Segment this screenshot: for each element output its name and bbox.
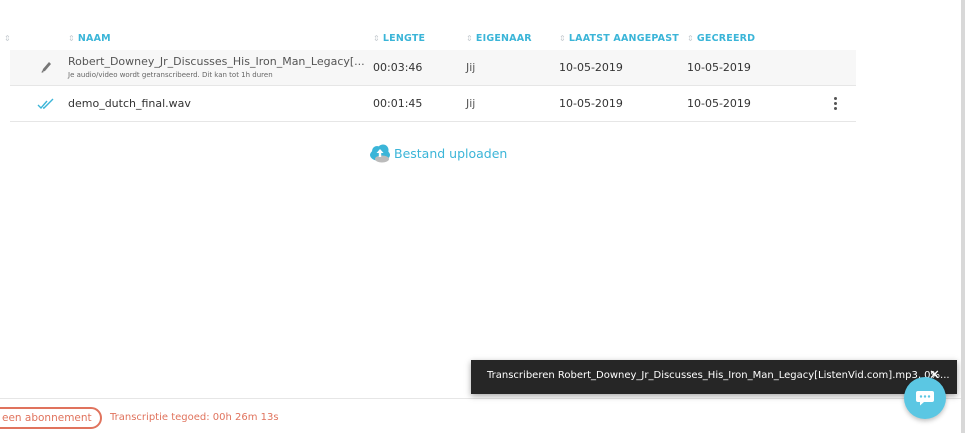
more-options-icon[interactable] (834, 97, 838, 111)
transcription-toast: Transcriberen Robert_Downey_Jr_Discusses… (471, 360, 957, 394)
sort-icon: ⇕ (68, 34, 75, 43)
upload-button[interactable]: Bestand uploaden (368, 143, 507, 163)
file-owner: Jij (466, 97, 476, 110)
file-length: 00:03:46 (373, 61, 423, 74)
sort-icon: ⇕ (687, 34, 694, 43)
sort-all-icon[interactable]: ⇕ (4, 33, 14, 44)
table-header: ⇕ ⇕ NAAM ⇕ LENGTE ⇕ EIGENAAR ⇕ LAATST AANGEP… (4, 26, 856, 50)
transcribing-note: Je audio/video wordt getranscribeerd. Di… (68, 71, 273, 79)
upload-label: Bestand uploaden (394, 145, 508, 161)
table-row[interactable]: Robert_Downey_Jr_Discusses_His_Iron_Man_… (10, 50, 856, 86)
subscription-button[interactable]: een abonnement (0, 407, 102, 429)
column-header-naam[interactable]: ⇕ NAAM (68, 33, 111, 44)
cloud-upload-icon (370, 144, 390, 163)
pencil-icon (41, 62, 51, 73)
file-modified: 10-05-2019 (559, 61, 623, 74)
file-name[interactable]: demo_dutch_final.wav (68, 97, 191, 110)
table-row[interactable]: demo_dutch_final.wav 00:01:45 Jij 10-05-… (10, 86, 856, 122)
column-header-eigenaar[interactable]: ⇕ EIGENAAR (466, 33, 532, 44)
sort-icon: ⇕ (466, 34, 473, 43)
chat-button[interactable] (904, 377, 946, 419)
transcription-credit: Transcriptie tegoed: 00h 26m 13s (110, 412, 279, 423)
file-created: 10-05-2019 (687, 97, 751, 110)
file-created: 10-05-2019 (687, 61, 751, 74)
window-edge (961, 0, 965, 433)
file-modified: 10-05-2019 (559, 97, 623, 110)
chat-bubble-icon (916, 391, 934, 406)
sort-icon: ⇕ (559, 34, 566, 43)
toast-message: Transcriberen Robert_Downey_Jr_Discusses… (487, 370, 950, 381)
footer-bar: een abonnement Transcriptie tegoed: 00h … (0, 398, 965, 434)
double-check-icon (37, 98, 54, 110)
column-header-laatst-aangepast[interactable]: ⇕ LAATST AANGEPAST (559, 33, 679, 44)
files-table: ⇕ ⇕ NAAM ⇕ LENGTE ⇕ EIGENAAR ⇕ LAATST AANGEP… (4, 26, 856, 122)
sort-icon: ⇕ (373, 34, 380, 43)
file-name[interactable]: Robert_Downey_Jr_Discusses_His_Iron_Man_… (68, 55, 365, 68)
column-header-lengte[interactable]: ⇕ LENGTE (373, 33, 425, 44)
file-owner: Jij (466, 61, 476, 74)
column-header-gecreeerd[interactable]: ⇕ GECREERD (687, 33, 755, 44)
file-length: 00:01:45 (373, 97, 423, 110)
